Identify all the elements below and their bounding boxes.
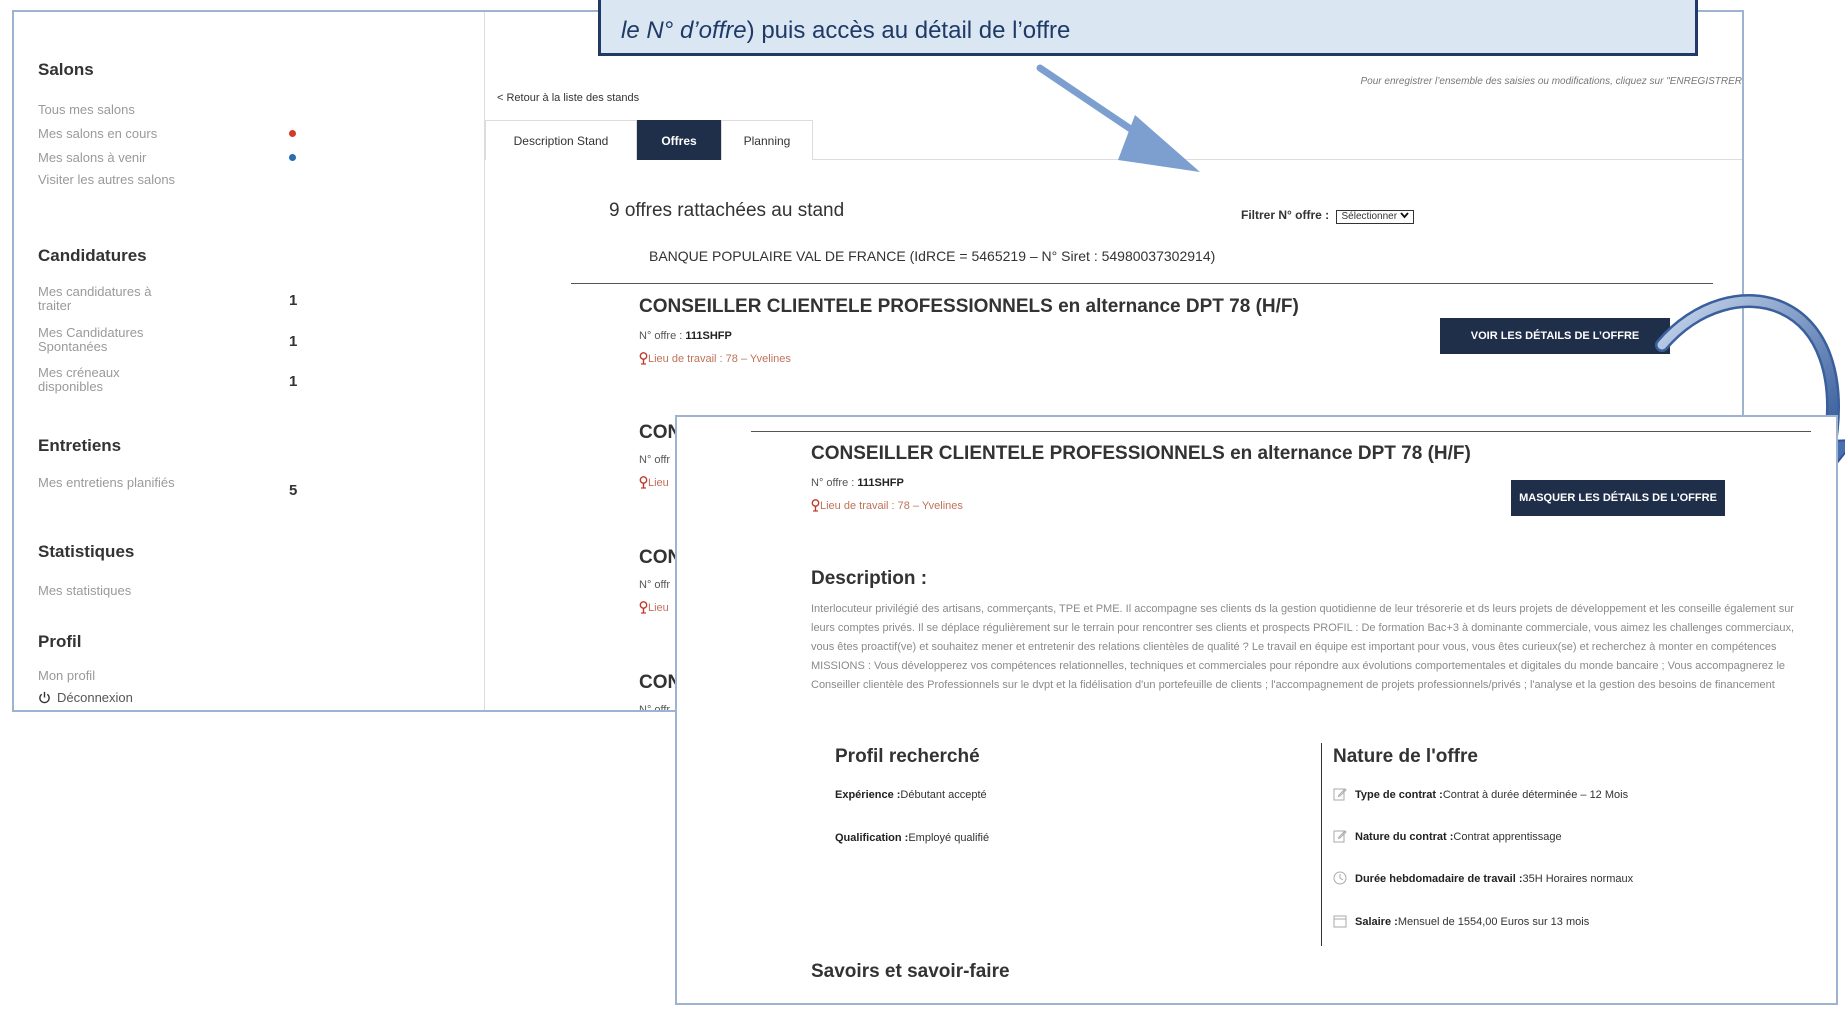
count-candidatures-a-traiter: 1 bbox=[289, 292, 298, 309]
hide-offer-details-button[interactable]: MASQUER LES DÉTAILS DE L’OFFRE bbox=[1511, 480, 1725, 516]
divider bbox=[571, 283, 1713, 284]
count-candidatures-spontanees: 1 bbox=[289, 333, 298, 350]
offer-number: N° offre : 111SHFP bbox=[639, 330, 732, 342]
type-contrat-value: Contrat à durée déterminée – 12 Mois bbox=[1442, 789, 1629, 801]
nature-contrat-label: Nature du contrat : bbox=[1355, 831, 1454, 843]
salaire-label: Salaire : bbox=[1355, 916, 1398, 928]
offer-location-stub-text: Lieu bbox=[648, 602, 669, 614]
sidebar-item-statistiques[interactable]: Mes statistiques bbox=[38, 584, 238, 598]
description-heading: Description : bbox=[811, 568, 928, 589]
chevron-down-icon bbox=[1400, 212, 1409, 219]
qualification-label: Qualification : bbox=[835, 832, 909, 844]
sidebar-item-mon-profil[interactable]: Mon profil bbox=[38, 669, 178, 683]
experience-value: Débutant accepté bbox=[900, 789, 987, 801]
salaire-field: Salaire :Mensuel de 1554,00 Euros sur 13… bbox=[1333, 914, 1589, 928]
duree-value: 35H Horaires normaux bbox=[1522, 873, 1634, 885]
type-contrat-field: Type de contrat :Contrat à durée détermi… bbox=[1333, 787, 1628, 801]
sidebar-item-autres-salons[interactable]: Visiter les autres salons bbox=[38, 173, 178, 187]
pin-icon bbox=[639, 476, 648, 489]
calendar-icon bbox=[1333, 915, 1347, 928]
tab-description-stand[interactable]: Description Stand bbox=[485, 120, 637, 160]
qualification-field: Qualification :Employé qualifié bbox=[835, 832, 989, 844]
nature-contrat-value: Contrat apprentissage bbox=[1453, 831, 1562, 843]
clock-icon bbox=[1333, 871, 1347, 885]
detail-offer-number: N° offre : 111SHFP bbox=[811, 477, 904, 489]
savoirs-heading: Savoirs et savoir-faire bbox=[811, 961, 1010, 982]
sidebar-item-salons-en-cours[interactable]: Mes salons en cours bbox=[38, 127, 178, 141]
type-contrat-label: Type de contrat : bbox=[1355, 789, 1443, 801]
duree-field: Durée hebdomadaire de travail :35H Horai… bbox=[1333, 871, 1633, 885]
offer-detail-panel: CONSEILLER CLIENTELE PROFESSIONNELS en a… bbox=[675, 415, 1838, 1005]
sidebar-item-salons-a-venir[interactable]: Mes salons à venir bbox=[38, 151, 178, 165]
tab-offres[interactable]: Offres bbox=[637, 120, 721, 160]
count-creneaux: 1 bbox=[289, 373, 298, 390]
pin-icon bbox=[639, 601, 648, 614]
sidebar-item-creneaux[interactable]: Mes créneaux disponibles bbox=[38, 366, 178, 394]
sidebar-heading-statistiques: Statistiques bbox=[38, 542, 135, 561]
sidebar-heading-profil: Profil bbox=[38, 632, 82, 651]
callout-banner: le N° d’offre) puis accès au détail de l… bbox=[598, 0, 1698, 56]
callout-rest: ) puis accès au détail de l’offre bbox=[746, 17, 1071, 44]
description-text: Interlocuteur privilégié des artisans, c… bbox=[811, 603, 1794, 691]
status-dot-a-venir bbox=[289, 154, 296, 161]
sidebar: Salons Tous mes salons Mes salons en cou… bbox=[14, 12, 484, 710]
offer-location-stub: Lieu bbox=[639, 476, 669, 489]
company-info: BANQUE POPULAIRE VAL DE FRANCE (IdRCE = … bbox=[649, 248, 1216, 264]
offers-count: 9 offres rattachées au stand bbox=[609, 200, 845, 221]
save-note: Pour enregistrer l’ensemble des saisies … bbox=[1360, 76, 1742, 87]
offer-location: Lieu de travail : 78 – Yvelines bbox=[639, 352, 791, 365]
nature-offre-heading: Nature de l'offre bbox=[1333, 746, 1478, 767]
sidebar-item-entretiens-planifies[interactable]: Mes entretiens planifiés bbox=[38, 476, 178, 490]
sidebar-heading-entretiens: Entretiens bbox=[38, 436, 122, 455]
experience-label: Expérience : bbox=[835, 789, 901, 801]
detail-location-text: Lieu de travail : 78 – Yvelines bbox=[820, 500, 963, 512]
offer-location-text: Lieu de travail : 78 – Yvelines bbox=[648, 353, 791, 365]
offer-filter-select[interactable]: Sélectionner bbox=[1336, 210, 1414, 224]
offer-location-stub-text: Lieu bbox=[648, 477, 669, 489]
offer-number-stub: N° offr bbox=[639, 454, 671, 466]
power-icon bbox=[39, 691, 50, 704]
detail-number-label: N° offre : bbox=[811, 477, 858, 489]
callout-italic: le N° d’offre bbox=[621, 17, 747, 44]
offer-filter: Filtrer N° offre : Sélectionner bbox=[1241, 208, 1414, 224]
offer-number-label: N° offre : bbox=[639, 330, 686, 342]
sidebar-item-tous-salons[interactable]: Tous mes salons bbox=[38, 103, 178, 117]
duree-label: Durée hebdomadaire de travail : bbox=[1355, 873, 1523, 885]
callout-text: le N° d’offre) puis accès au détail de l… bbox=[621, 17, 1070, 45]
sidebar-heading-candidatures: Candidatures bbox=[38, 246, 147, 265]
column-divider bbox=[1321, 743, 1322, 946]
sidebar-item-candidatures-spontanees[interactable]: Mes Candidatures Spontanées bbox=[38, 326, 178, 354]
tab-bar: Description Stand Offres Planning bbox=[485, 120, 1742, 160]
offer-number-value: 111SHFP bbox=[685, 330, 732, 342]
detail-number-value: 111SHFP bbox=[857, 477, 904, 489]
view-offer-details-button[interactable]: VOIR LES DÉTAILS DE L’OFFRE bbox=[1440, 318, 1670, 354]
status-dot-en-cours bbox=[289, 130, 296, 137]
edit-icon bbox=[1333, 788, 1347, 801]
experience-field: Expérience :Débutant accepté bbox=[835, 789, 987, 801]
count-entretiens: 5 bbox=[289, 482, 298, 499]
offer-title: CONSEILLER CLIENTELE PROFESSIONNELS en a… bbox=[639, 296, 1299, 317]
back-to-stands-link[interactable]: < Retour à la liste des stands bbox=[497, 92, 639, 104]
filter-label: Filtrer N° offre : bbox=[1241, 208, 1330, 222]
offer-location-stub: Lieu bbox=[639, 601, 669, 614]
sidebar-heading-salons: Salons bbox=[38, 60, 94, 79]
divider bbox=[751, 431, 1811, 432]
pin-icon bbox=[811, 499, 820, 512]
logout-label: Déconnexion bbox=[57, 690, 133, 705]
offer-number-stub: N° offr bbox=[639, 579, 671, 591]
profil-recherche-heading: Profil recherché bbox=[835, 746, 980, 767]
sidebar-item-candidatures-a-traiter[interactable]: Mes candidatures à traiter bbox=[38, 285, 178, 313]
logout-link[interactable]: Déconnexion bbox=[38, 690, 133, 705]
offer-number-stub: N° offr bbox=[639, 704, 671, 712]
detail-offer-title: CONSEILLER CLIENTELE PROFESSIONNELS en a… bbox=[811, 443, 1471, 464]
detail-offer-location: Lieu de travail : 78 – Yvelines bbox=[811, 499, 963, 512]
tab-planning[interactable]: Planning bbox=[721, 120, 813, 160]
filter-select-value: Sélectionner bbox=[1341, 211, 1398, 222]
qualification-value: Employé qualifié bbox=[908, 832, 990, 844]
salaire-value: Mensuel de 1554,00 Euros sur 13 mois bbox=[1397, 916, 1590, 928]
edit-icon bbox=[1333, 830, 1347, 843]
pin-icon bbox=[639, 352, 648, 365]
nature-contrat-field: Nature du contrat :Contrat apprentissage bbox=[1333, 829, 1562, 843]
